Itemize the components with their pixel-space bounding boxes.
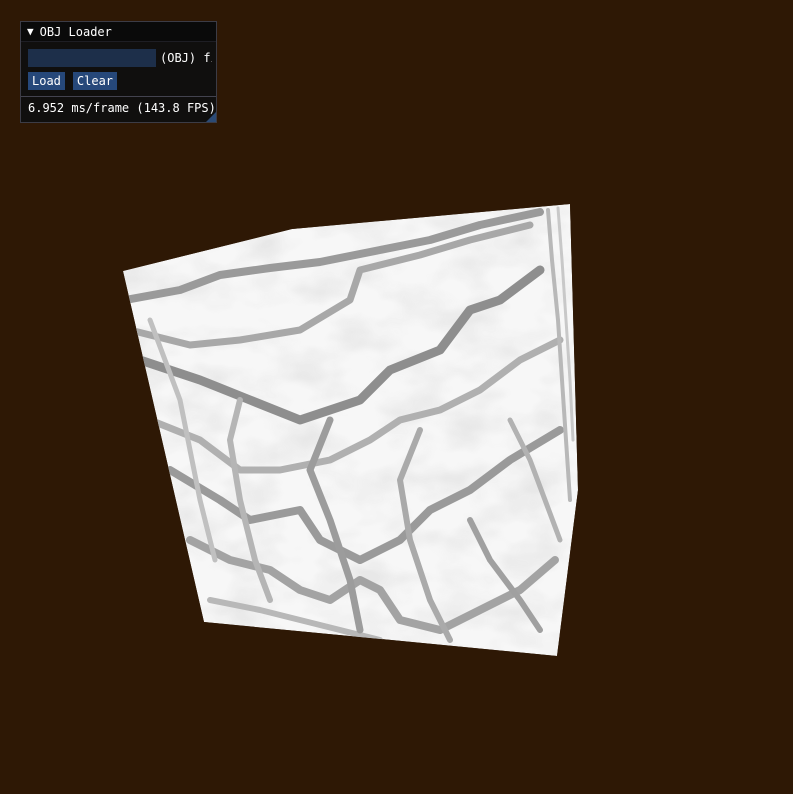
window-title: OBJ Loader xyxy=(39,24,112,39)
obj-loader-window[interactable]: ▼ OBJ Loader (OBJ) fi Load Clear 6.952 m… xyxy=(20,21,217,123)
triangle-down-icon[interactable]: ▼ xyxy=(27,26,34,37)
window-title-bar[interactable]: ▼ OBJ Loader xyxy=(21,22,216,42)
clear-button[interactable]: Clear xyxy=(72,72,118,90)
obj-file-input[interactable] xyxy=(28,49,156,67)
separator xyxy=(21,96,216,97)
obj-file-label: (OBJ) fi xyxy=(160,51,212,65)
fps-readout: 6.952 ms/frame (143.8 FPS) xyxy=(28,101,216,115)
load-button[interactable]: Load xyxy=(28,72,65,90)
resize-grip-icon[interactable] xyxy=(206,112,216,122)
